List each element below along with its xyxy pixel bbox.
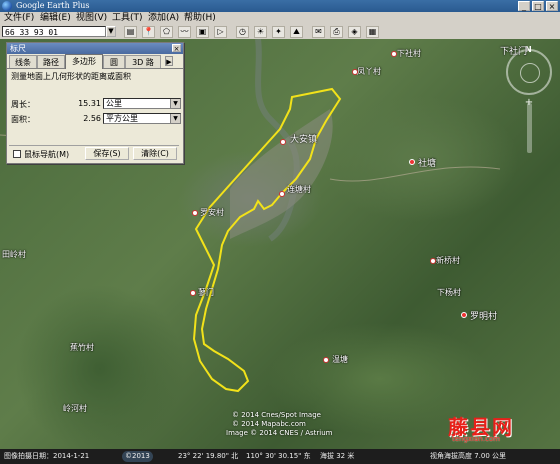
tab-scroll-right-icon[interactable]: ▶ <box>165 56 173 66</box>
longitude-readout: 110° 30' 30.15" 东 <box>246 452 311 460</box>
imagery-copyright: Image © 2014 CNES / Astrium <box>226 429 333 437</box>
place-label[interactable]: 下社门 <box>500 44 527 57</box>
village-marker-icon[interactable] <box>352 69 358 75</box>
place-label[interactable]: 社塘 <box>418 156 436 169</box>
town-marker-icon[interactable] <box>280 139 286 145</box>
status-bar: 图像拍摄日期：2014-1-21 ©2013 23° 22' 19.80" 北 … <box>0 449 560 464</box>
dialog-divider <box>9 145 179 146</box>
area-unit-select[interactable]: 平方公里 ▼ <box>103 113 181 124</box>
mouse-navigation-label[interactable]: 鼠标导航(M) <box>24 149 69 160</box>
kml-icon[interactable]: ◈ <box>348 26 361 38</box>
menu-help[interactable]: 帮助(H) <box>184 12 216 25</box>
place-label[interactable]: 新桥村 <box>436 255 460 266</box>
minimize-button[interactable]: _ <box>518 1 530 11</box>
menu-view[interactable]: 视图(V) <box>76 12 107 25</box>
village-marker-icon[interactable] <box>192 210 198 216</box>
ruler-tabs: 线条 路径 多边形 圆 3D 路 ▶ <box>7 54 183 69</box>
chevron-down-icon[interactable]: ▼ <box>170 114 180 123</box>
tab-path[interactable]: 路径 <box>37 55 65 68</box>
village-marker-icon[interactable] <box>190 290 196 296</box>
village-marker-icon[interactable] <box>461 312 467 318</box>
place-label[interactable]: 田岭村 <box>2 249 26 260</box>
zoom-slider[interactable] <box>527 103 532 153</box>
tab-circle[interactable]: 圆 <box>103 55 125 68</box>
placemark-icon[interactable]: 📍 <box>142 26 155 38</box>
measured-polygon[interactable] <box>192 87 342 393</box>
dialog-close-button[interactable]: × <box>172 44 181 53</box>
clear-button[interactable]: 清除(C) <box>133 147 177 160</box>
print-icon[interactable]: ⎙ <box>330 26 343 38</box>
menu-add[interactable]: 添加(A) <box>148 12 179 25</box>
title-bar: Google Earth Plus _ □ × <box>0 0 560 12</box>
toolbar: 66 33 93 01 ▼ ▤ 📍 ⬠ 〰 ▣ ▷ ◷ ☀ ✦ ⛰ ✉ ⎙ ◈ … <box>0 25 560 39</box>
imagery-copyright: © 2014 Mapabc.com <box>232 420 306 428</box>
place-label[interactable]: 罗安村 <box>200 207 224 218</box>
landscape-icon[interactable]: ⛰ <box>290 26 303 38</box>
menu-tools[interactable]: 工具(T) <box>112 12 143 25</box>
history-icon[interactable]: ◷ <box>236 26 249 38</box>
place-label[interactable]: 温塘 <box>332 354 348 365</box>
tour-icon[interactable]: ▷ <box>214 26 227 38</box>
google-earth-icon <box>2 1 12 11</box>
maps-icon[interactable]: ▦ <box>366 26 379 38</box>
place-label[interactable]: 下社村 <box>397 48 421 59</box>
menu-bar: 文件(F) 编辑(E) 视图(V) 工具(T) 添加(A) 帮助(H) <box>0 12 560 26</box>
area-label: 面积： <box>11 115 35 124</box>
window-title: Google Earth Plus <box>16 1 90 10</box>
ruler-dialog-title[interactable]: 标尺 × <box>7 43 183 54</box>
save-button[interactable]: 保存(S) <box>85 147 129 160</box>
perimeter-unit-select[interactable]: 公里 ▼ <box>103 98 181 109</box>
village-marker-icon[interactable] <box>279 191 285 197</box>
google-logo: ©2013 <box>122 451 153 462</box>
village-marker-icon[interactable] <box>430 258 436 264</box>
watermark-url: tengxian.com <box>452 435 500 443</box>
village-marker-icon[interactable] <box>391 51 397 57</box>
tab-line[interactable]: 线条 <box>9 55 37 68</box>
place-label[interactable]: 蓼门 <box>198 287 214 298</box>
search-input[interactable]: 66 33 93 01 <box>2 26 106 37</box>
tab-3d-path[interactable]: 3D 路 <box>125 55 161 68</box>
elevation-readout: 海拔 32 米 <box>320 452 355 460</box>
tab-polygon[interactable]: 多边形 <box>65 54 103 69</box>
road <box>329 166 501 182</box>
path-icon[interactable]: 〰 <box>178 26 191 38</box>
area-unit-value: 平方公里 <box>106 114 138 123</box>
perimeter-label: 周长： <box>11 100 35 109</box>
area-value: 2.56 <box>83 114 101 123</box>
place-label[interactable]: 罗明村 <box>470 309 497 322</box>
sidebar-icon[interactable]: ▤ <box>124 26 137 38</box>
email-icon[interactable]: ✉ <box>312 26 325 38</box>
place-label[interactable]: 凤丫村 <box>357 66 381 77</box>
sun-icon[interactable]: ☀ <box>254 26 267 38</box>
eye-altitude-readout: 视角海拔高度 7.00 公里 <box>430 452 507 460</box>
ruler-dialog: 标尺 × 线条 路径 多边形 圆 3D 路 ▶ 测量地面上几何形状的距离或面积 … <box>6 42 184 164</box>
close-button[interactable]: × <box>546 1 558 11</box>
menu-file[interactable]: 文件(F) <box>4 12 34 25</box>
place-label[interactable]: 岭河村 <box>63 403 87 414</box>
place-label[interactable]: 下杨村 <box>437 287 461 298</box>
village-marker-icon[interactable] <box>323 357 329 363</box>
place-label[interactable]: 蕉竹村 <box>70 342 94 353</box>
place-label[interactable]: 连塘村 <box>287 184 311 195</box>
imagery-copyright: © 2014 Cnes/Spot Image <box>232 411 321 419</box>
perimeter-value: 15.31 <box>78 99 101 108</box>
menu-edit[interactable]: 编辑(E) <box>40 12 71 25</box>
dialog-title-text: 标尺 <box>10 44 26 53</box>
village-marker-icon[interactable] <box>409 159 415 165</box>
chevron-down-icon[interactable]: ▼ <box>170 99 180 108</box>
look-joystick[interactable] <box>520 63 540 83</box>
sky-icon[interactable]: ✦ <box>272 26 285 38</box>
mouse-navigation-checkbox[interactable] <box>13 150 21 158</box>
maximize-button[interactable]: □ <box>532 1 544 11</box>
latitude-readout: 23° 22' 19.80" 北 <box>178 452 239 460</box>
ruler-description: 测量地面上几何形状的距离或面积 <box>11 72 131 81</box>
search-dropdown-button[interactable]: ▼ <box>106 26 116 37</box>
place-label[interactable]: 大安镇 <box>290 132 317 145</box>
overlay-icon[interactable]: ▣ <box>196 26 209 38</box>
imagery-date: 图像拍摄日期：2014-1-21 <box>4 452 90 460</box>
perimeter-unit-value: 公里 <box>106 99 122 108</box>
polygon-icon[interactable]: ⬠ <box>160 26 173 38</box>
